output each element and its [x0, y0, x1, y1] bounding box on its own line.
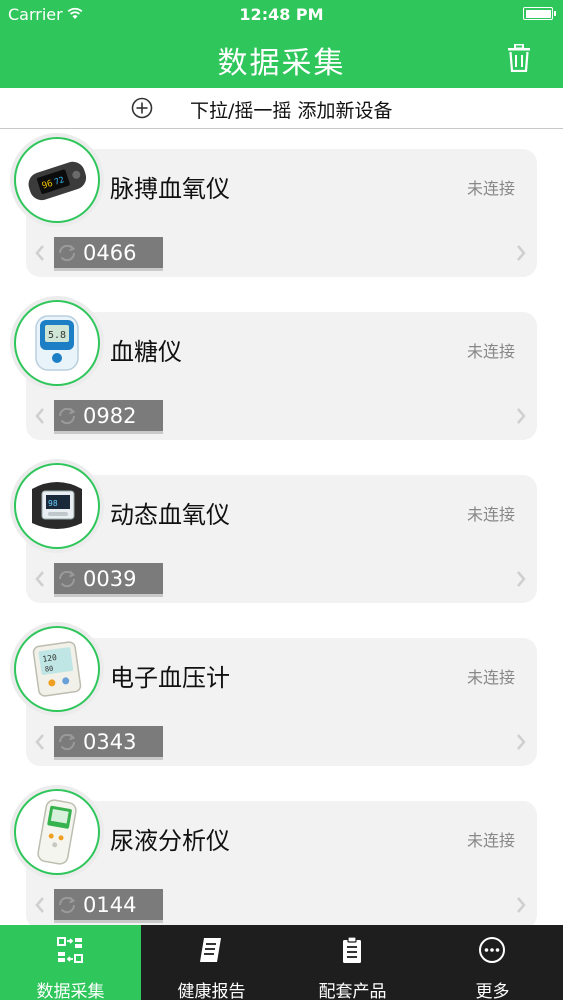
device-name: 尿液分析仪	[110, 827, 230, 855]
trash-icon[interactable]	[506, 44, 532, 72]
refresh-icon	[58, 896, 76, 914]
device-serial: 0982	[83, 404, 137, 428]
svg-text:80: 80	[44, 665, 53, 674]
device-serial: 0466	[83, 241, 137, 265]
battery-icon	[523, 7, 556, 20]
device-serial: 0343	[83, 730, 137, 754]
tab-more[interactable]: 更多	[422, 925, 563, 1000]
tab-data-collect[interactable]: 数据采集	[0, 925, 141, 1000]
status-bar: Carrier 12:48 PM	[0, 0, 563, 30]
pulse-oximeter-image: 96 72	[28, 161, 87, 201]
device-image-frame: 98	[14, 463, 100, 549]
device-card[interactable]: 98 动态血氧仪 未连接 0039	[14, 463, 537, 603]
device-serial: 0144	[83, 893, 137, 917]
chevron-right-icon[interactable]	[515, 243, 527, 263]
chevron-right-icon[interactable]	[515, 895, 527, 915]
more-icon	[479, 937, 505, 963]
report-icon	[200, 938, 221, 962]
add-device-hint: 下拉/摇一摇 添加新设备	[190, 100, 393, 122]
refresh-icon	[58, 733, 76, 751]
tab-health-report[interactable]: 健康报告	[141, 925, 282, 1000]
connection-status: 未连接	[466, 668, 515, 687]
device-serial: 0039	[83, 567, 137, 591]
chevron-left-icon[interactable]	[34, 406, 46, 426]
chevron-left-icon[interactable]	[34, 243, 46, 263]
page-title: 数据采集	[217, 46, 346, 81]
tab-label: 配套产品	[318, 982, 387, 1000]
device-card[interactable]: 尿液分析仪 未连接 0144	[14, 789, 537, 925]
data-collect-icon	[57, 937, 83, 963]
glucose-meter-image: 5.8	[35, 315, 79, 371]
refresh-icon	[58, 407, 76, 425]
serial-badge: 0343	[54, 726, 163, 760]
chevron-left-icon[interactable]	[34, 732, 46, 752]
serial-badge: 0466	[54, 237, 163, 271]
blood-pressure-monitor-image: 120 80	[32, 641, 82, 697]
serial-badge: 0144	[54, 889, 163, 923]
chevron-left-icon[interactable]	[34, 895, 46, 915]
plus-circle-icon	[131, 97, 153, 119]
serial-badge: 0039	[54, 563, 163, 597]
connection-status: 未连接	[466, 179, 515, 198]
tab-bar: 数据采集 健康报告 配套产品 更多	[0, 925, 563, 1000]
device-image-frame: 5.8	[14, 300, 100, 386]
chevron-right-icon[interactable]	[515, 569, 527, 589]
urine-analyzer-image	[37, 799, 77, 865]
device-name: 血糖仪	[110, 338, 182, 366]
products-icon	[343, 936, 361, 963]
device-image-frame: 120 80	[14, 626, 100, 712]
device-card[interactable]: 96 72 脉搏血氧仪 未连接 0466	[14, 137, 537, 277]
device-image-frame: 96 72	[14, 137, 100, 223]
device-image-frame	[14, 789, 100, 875]
device-list[interactable]: 96 72 脉搏血氧仪 未连接 0466 5.8 血糖仪 未连接 0982 98…	[0, 130, 563, 925]
tab-label: 健康报告	[177, 982, 246, 1000]
device-name: 脉搏血氧仪	[110, 175, 230, 203]
connection-status: 未连接	[466, 505, 515, 524]
wrist-oximeter-image: 98	[32, 482, 82, 529]
tab-label: 更多	[475, 982, 510, 1000]
svg-text:5.8: 5.8	[48, 330, 66, 341]
device-card[interactable]: 120 80 电子血压计 未连接 0343	[14, 626, 537, 766]
tab-label: 数据采集	[36, 982, 105, 1000]
chevron-left-icon[interactable]	[34, 569, 46, 589]
refresh-icon	[58, 244, 76, 262]
chevron-right-icon[interactable]	[515, 406, 527, 426]
connection-status: 未连接	[466, 831, 515, 850]
svg-text:98: 98	[48, 499, 58, 508]
nav-header: Carrier 12:48 PM 数据采集	[0, 0, 563, 88]
connection-status: 未连接	[466, 342, 515, 361]
device-card[interactable]: 5.8 血糖仪 未连接 0982	[14, 300, 537, 440]
refresh-icon	[58, 570, 76, 588]
status-time: 12:48 PM	[239, 5, 324, 24]
serial-badge: 0982	[54, 400, 163, 434]
tab-products[interactable]: 配套产品	[282, 925, 423, 1000]
chevron-right-icon[interactable]	[515, 732, 527, 752]
add-device-bar[interactable]: 下拉/摇一摇 添加新设备	[0, 88, 563, 129]
device-name: 电子血压计	[110, 664, 230, 692]
device-name: 动态血氧仪	[110, 501, 230, 529]
